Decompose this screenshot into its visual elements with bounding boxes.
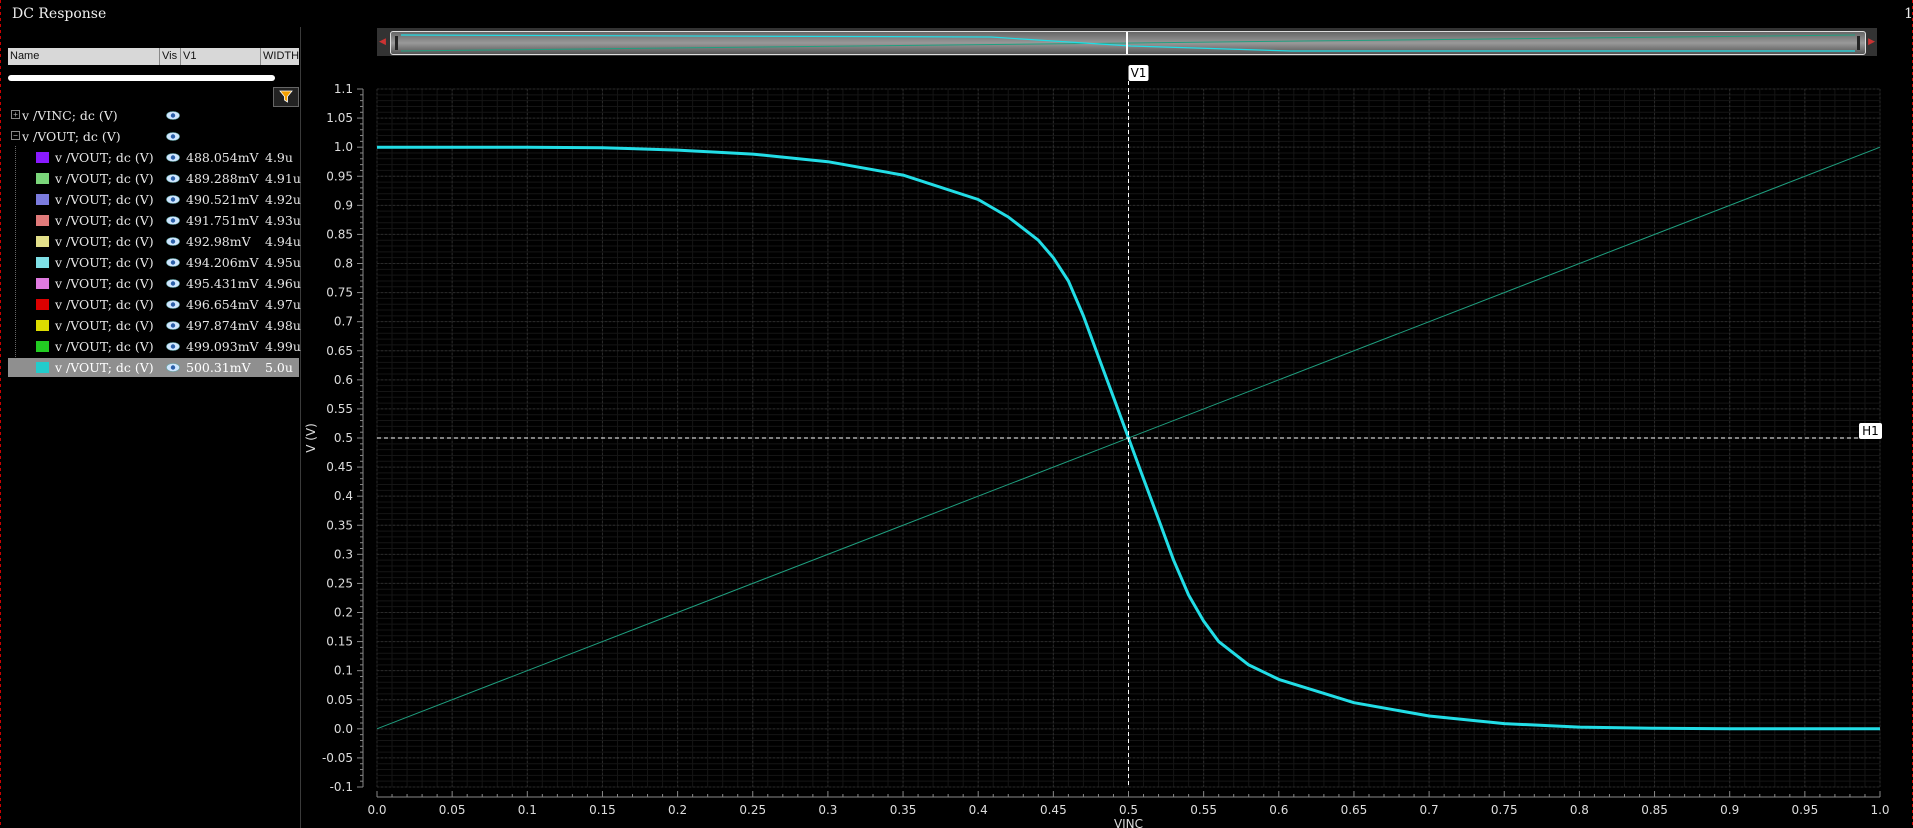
y-tick-label: 0.55 [326,402,353,416]
horizontal-cursor-label: H1 [1862,424,1879,438]
y-tick-label: 0.45 [326,460,353,474]
x-tick-label: 0.6 [1269,803,1288,817]
y-tick-label: 0.15 [326,635,353,649]
x-tick-label: 0.05 [439,803,466,817]
y-tick-label: 0.5 [334,431,353,445]
y-tick-label: 0.9 [334,198,353,212]
x-tick-label: 0.0 [367,803,386,817]
y-tick-label: 0.35 [326,518,353,532]
x-tick-label: 0.8 [1570,803,1589,817]
y-tick-label: -0.05 [322,751,353,765]
x-tick-label: 0.2 [668,803,687,817]
vertical-cursor-label: V1 [1131,66,1147,80]
y-tick-label: 0.1 [334,664,353,678]
x-tick-label: 0.45 [1040,803,1067,817]
y-tick-label: 1.05 [326,111,353,125]
x-tick-label: 0.7 [1420,803,1439,817]
x-tick-label: 0.1 [518,803,537,817]
y-axis-label: V (V) [304,423,318,453]
y-tick-label: 0.95 [326,169,353,183]
x-tick-label: 0.4 [969,803,988,817]
y-tick-label: 0.25 [326,576,353,590]
y-tick-label: 0.6 [334,373,353,387]
x-tick-label: 0.55 [1190,803,1217,817]
y-tick-label: 0.05 [326,693,353,707]
y-tick-label: 0.2 [334,606,353,620]
x-tick-label: 0.25 [739,803,766,817]
x-tick-label: 1.0 [1870,803,1889,817]
x-tick-label: 0.3 [818,803,837,817]
y-tick-label: 0.7 [334,315,353,329]
x-axis-label: VINC [1114,817,1143,828]
y-tick-label: 0.3 [334,547,353,561]
y-tick-label: 0.8 [334,257,353,271]
y-tick-label: 1.1 [334,82,353,96]
x-tick-label: 0.9 [1720,803,1739,817]
x-tick-label: 0.75 [1491,803,1518,817]
y-tick-label: 0.75 [326,286,353,300]
x-tick-label: 0.65 [1341,803,1368,817]
y-tick-label: 0.85 [326,227,353,241]
x-tick-label: 0.35 [890,803,917,817]
x-tick-label: 0.95 [1791,803,1818,817]
y-tick-label: 0.4 [334,489,353,503]
x-tick-label: 0.85 [1641,803,1668,817]
x-tick-label: 0.15 [589,803,616,817]
y-tick-label: -0.1 [330,780,353,794]
x-tick-label: 0.5 [1119,803,1138,817]
y-tick-label: 1.0 [334,140,353,154]
dc-response-plot[interactable]: 0.0 0.05 0.1 0.15 0.2 0.25 0.3 0.35 0.4 0.45 0.5 0.… [0,0,1913,828]
y-tick-label: 0.0 [334,722,353,736]
y-tick-label: 0.65 [326,344,353,358]
